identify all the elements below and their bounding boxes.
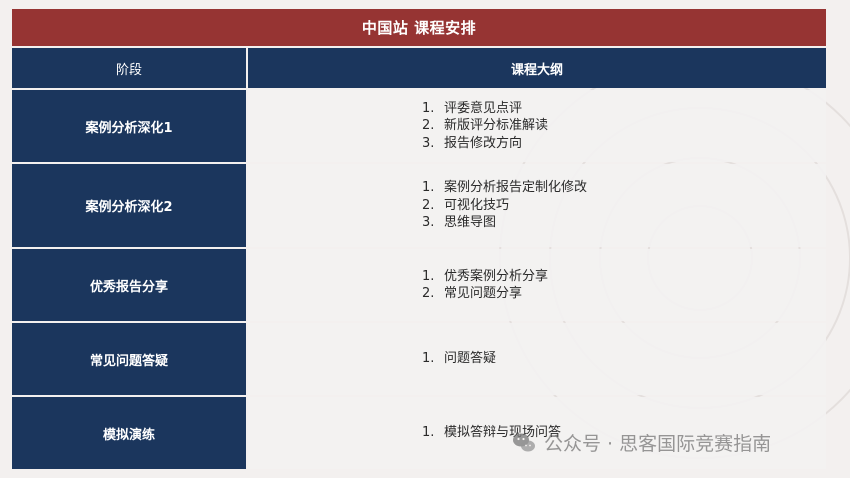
stage-cell: 优秀报告分享 <box>12 249 246 321</box>
stage-cell: 常见问题答疑 <box>12 323 246 395</box>
watermark: 公众号 · 思客国际竞赛指南 <box>512 429 771 456</box>
table-row: 优秀报告分享 1. 优秀案例分析分享 2. 常见问题分享 <box>12 249 826 321</box>
outline-cell: 1. 优秀案例分析分享 2. 常见问题分享 <box>248 249 826 321</box>
outline-list: 1. 案例分析报告定制化修改 2. 可视化技巧 3. 思维导图 <box>248 179 587 232</box>
outline-item: 3. 报告修改方向 <box>422 135 523 151</box>
outline-list: 1. 评委意见点评 2. 新版评分标准解读 3. 报告修改方向 <box>248 100 548 153</box>
table-title: 中国站 课程安排 <box>12 9 826 46</box>
table-row: 常见问题答疑 1. 问题答疑 <box>12 323 826 395</box>
outline-item: 1. 优秀案例分析分享 <box>422 268 549 284</box>
stage-column-header: 阶段 <box>12 48 246 88</box>
schedule-table: 中国站 课程安排 阶段 课程大纲 案例分析深化1 1. 评委意见点评 2. 新版评分… <box>12 9 826 469</box>
outline-cell: 1. 评委意见点评 2. 新版评分标准解读 3. 报告修改方向 <box>248 90 826 162</box>
outline-item: 2. 新版评分标准解读 <box>422 118 549 134</box>
outline-cell: 1. 问题答疑 <box>248 323 826 395</box>
table-row: 案例分析深化1 1. 评委意见点评 2. 新版评分标准解读 3. 报告修改方向 <box>12 90 826 162</box>
outline-item: 1. 案例分析报告定制化修改 <box>422 180 588 196</box>
stage-cell: 模拟演练 <box>12 397 246 469</box>
outline-list: 1. 问题答疑 <box>248 350 496 368</box>
watermark-text: 公众号 · 思客国际竞赛指南 <box>544 433 772 455</box>
stage-cell: 案例分析深化2 <box>12 164 246 247</box>
outline-cell: 1. 案例分析报告定制化修改 2. 可视化技巧 3. 思维导图 <box>248 164 826 247</box>
table-row: 案例分析深化2 1. 案例分析报告定制化修改 2. 可视化技巧 3. 思维导图 <box>12 164 826 247</box>
header-row: 阶段 课程大纲 <box>12 48 826 88</box>
outline-column-header: 课程大纲 <box>248 48 826 88</box>
outline-item: 2. 常见问题分享 <box>422 286 523 301</box>
outline-item: 3. 思维导图 <box>422 215 497 231</box>
outline-item: 2. 可视化技巧 <box>422 197 510 213</box>
outline-item: 1. 问题答疑 <box>422 351 497 367</box>
stage-cell: 案例分析深化1 <box>12 90 246 162</box>
wechat-icon <box>513 433 535 451</box>
outline-item: 1. 评委意见点评 <box>422 100 523 116</box>
outline-list: 1. 优秀案例分析分享 2. 常见问题分享 <box>248 268 548 303</box>
